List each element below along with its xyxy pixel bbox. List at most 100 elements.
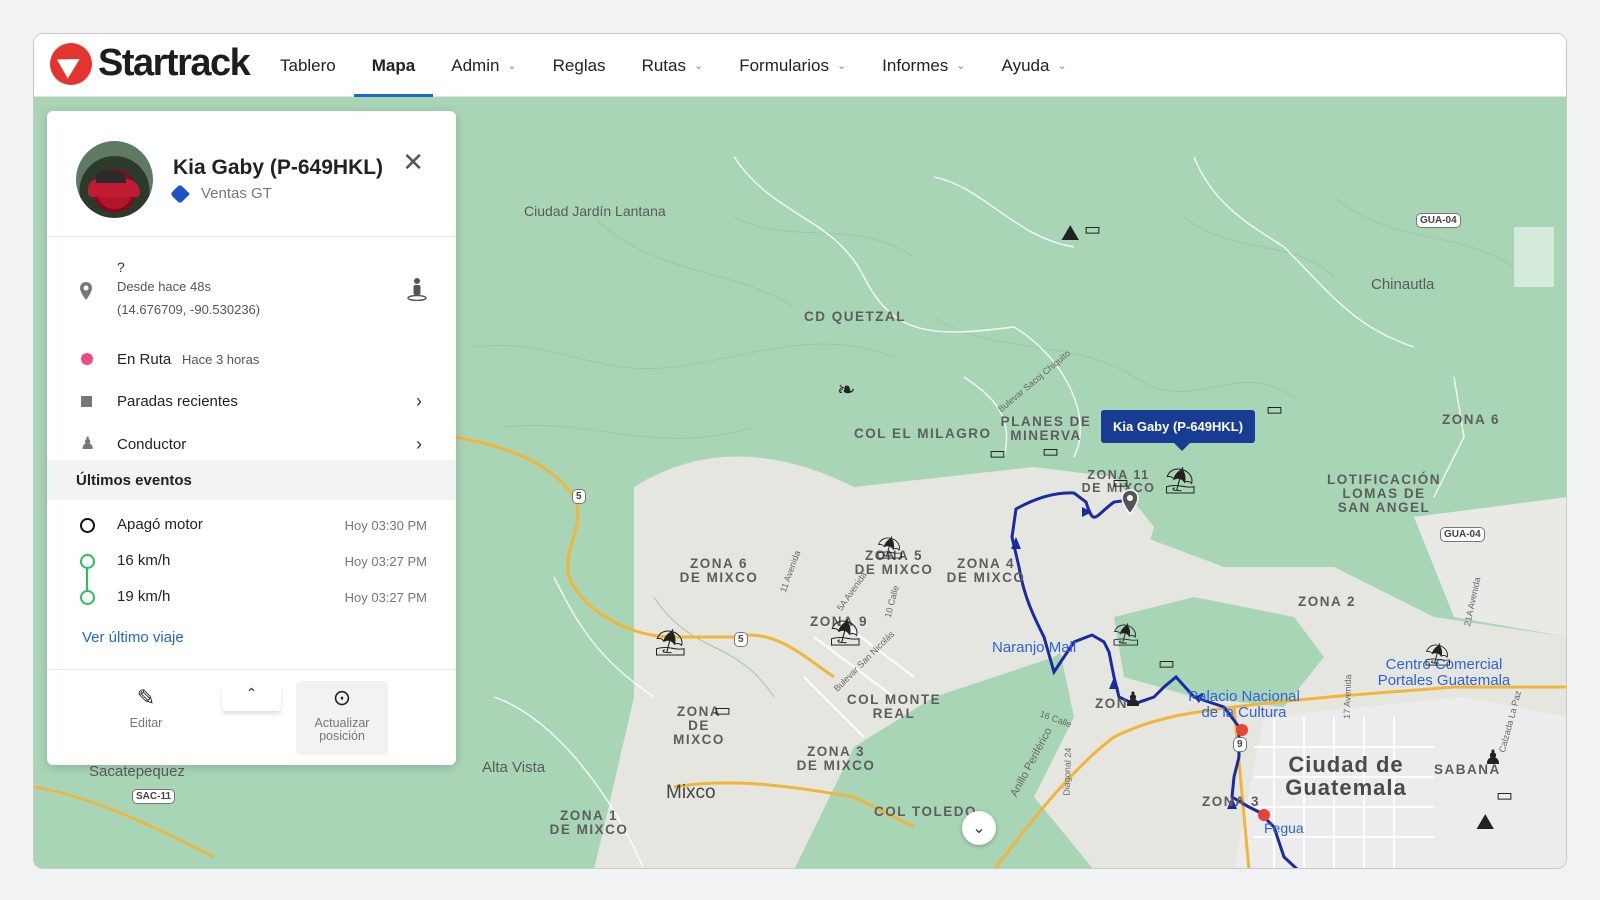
road-shield-5: 5: [572, 489, 586, 504]
vehicle-marker-tow-icon[interactable]: ⛰: [1476, 809, 1494, 835]
event-time: Hoy 03:30 PM: [344, 518, 427, 533]
vehicle-marker-selected-car-icon[interactable]: ⛱: [1164, 465, 1197, 496]
vehicle-marker-van-icon[interactable]: ▭: [1084, 219, 1101, 240]
event-time: Hoy 03:27 PM: [344, 554, 427, 569]
nav-ayuda[interactable]: Ayuda ⌄: [984, 34, 1085, 97]
last-trip-link[interactable]: Ver último viaje: [82, 629, 184, 646]
vehicle-group-label: Ventas GT: [201, 185, 272, 202]
vehicle-marker-car-icon[interactable]: ⛱: [1112, 622, 1140, 648]
driver-icon: ♟: [80, 434, 96, 453]
chevron-down-icon: ⌄: [507, 60, 517, 72]
event-label: 16 km/h: [117, 552, 171, 569]
event-ring-icon: [80, 590, 95, 605]
map-label-fegua[interactable]: Fegua: [1264, 821, 1304, 836]
brand-logo[interactable]: Startrack: [50, 42, 251, 85]
map-label-zona4-mixco: ZONA 4 DE MIXCO: [946, 556, 1026, 586]
vehicle-marker-motorcycle-icon[interactable]: ❧: [837, 377, 855, 403]
map-label-ciudad-jardin: Ciudad Jardín Lantana: [524, 203, 666, 219]
map-label-col-monte-real: COL MONTE REAL: [846, 692, 942, 722]
map-label-zona1-mixco: ZONA 1 DE MIXCO: [549, 808, 629, 838]
road-shield-5: 5: [734, 632, 748, 647]
events-section-title: Últimos eventos: [47, 460, 456, 500]
map-label-cd-quetzal: CD QUETZAL: [804, 309, 906, 324]
app-window: Startrack Tablero Mapa Admin ⌄ Reglas Rut…: [33, 33, 1567, 869]
vehicle-marker-van-icon[interactable]: ▭: [989, 443, 1006, 464]
location-pin-icon[interactable]: [1121, 489, 1139, 515]
driver-row[interactable]: ♟ Conductor ›: [47, 424, 456, 464]
map-label-zona6-mixco: ZONA 6 DE MIXCO: [679, 556, 759, 586]
map-label-mixco: Mixco: [666, 782, 716, 803]
vehicle-marker-car-icon[interactable]: ⛱: [1424, 642, 1452, 668]
road-shield-9: 9: [1233, 737, 1247, 752]
vehicle-marker-car-icon[interactable]: ⛱: [876, 535, 904, 561]
edit-label: Editar: [129, 716, 163, 730]
nav-label: Formularios: [739, 55, 829, 75]
status-since: Hace 3 horas: [182, 351, 260, 367]
expand-map-button[interactable]: ⌄: [962, 811, 996, 845]
update-position-label: Actualizar posición: [314, 716, 370, 743]
edit-button[interactable]: ✎ Editar: [100, 681, 192, 755]
map-label-zona3-mixco: ZONA 3 DE MIXCO: [796, 744, 876, 774]
event-label: 19 km/h: [117, 588, 171, 605]
map-label-zona2: ZONA 2: [1298, 594, 1357, 609]
event-item: 16 km/h Hoy 03:27 PM: [47, 544, 456, 580]
nav-reglas[interactable]: Reglas: [535, 34, 624, 97]
location-row: ? Desde hace 48s (14.676709, -90.530236): [47, 259, 456, 329]
stop-square-icon: [81, 395, 92, 407]
map-label-17-avenida: 17 Avenida: [1341, 674, 1354, 720]
chevron-down-icon: ⌄: [972, 820, 986, 837]
panel-actions: ✎ Editar ⊙ Actualizar posición: [47, 669, 456, 765]
recent-stops-label: Paradas recientes: [117, 392, 238, 410]
nav-mapa[interactable]: Mapa: [353, 34, 434, 97]
map-label-palacio[interactable]: Palacio Nacional de la Cultura: [1184, 689, 1304, 721]
nav-admin[interactable]: Admin ⌄: [433, 34, 534, 97]
map-label-diagonal24: Diagonal 24: [1061, 747, 1074, 796]
vehicle-marker-van-icon[interactable]: ▭: [1158, 653, 1175, 674]
map-label-chinautla: Chinautla: [1371, 276, 1435, 293]
nav-tablero[interactable]: Tablero: [262, 34, 354, 97]
brand-name: Startrack: [98, 42, 251, 84]
status-row: En Ruta Hace 3 horas: [47, 349, 456, 369]
vehicle-marker-car-icon[interactable]: ⛱: [654, 627, 687, 658]
nav-informes[interactable]: Informes ⌄: [864, 34, 983, 97]
person-marker-icon[interactable]: ♟: [1124, 687, 1142, 712]
panel-header: Kia Gaby (P-649HKL) Ventas GT ✕: [47, 111, 456, 237]
nav-label: Mapa: [371, 55, 416, 75]
event-ring-icon: [80, 554, 95, 569]
map-label-col-toledo: COL TOLEDO: [874, 804, 978, 819]
vehicle-detail-panel: Kia Gaby (P-649HKL) Ventas GT ✕ ? Desde …: [47, 111, 456, 765]
road-shield-gua04: GUA-04: [1440, 527, 1485, 542]
tag-icon: [170, 183, 190, 204]
main-nav: Tablero Mapa Admin ⌄ Reglas Rutas ⌄ Formul…: [262, 34, 1085, 97]
chevron-right-icon: ›: [416, 390, 422, 411]
vehicle-marker-van-icon[interactable]: ▭: [714, 700, 731, 721]
close-icon[interactable]: ✕: [402, 147, 424, 178]
vehicle-tooltip: Kia Gaby (P-649HKL): [1101, 410, 1256, 451]
map-label-col-el-milagro: COL EL MILAGRO: [854, 426, 992, 441]
event-ring-icon: [80, 518, 95, 533]
event-item: Apagó motor Hoy 03:30 PM: [47, 508, 456, 544]
chevron-right-icon: ›: [416, 433, 422, 454]
nav-label: Ayuda: [1001, 55, 1050, 75]
map-label-naranjo-mall[interactable]: Naranjo Mall: [992, 640, 1076, 656]
nav-rutas[interactable]: Rutas ⌄: [624, 34, 722, 97]
vehicle-group: Ventas GT: [170, 183, 272, 204]
map-label-alta-vista: Alta Vista: [482, 759, 546, 776]
nav-label: Admin: [451, 55, 500, 75]
update-position-button[interactable]: ⊙ Actualizar posición: [296, 681, 388, 755]
vehicle-marker-van-icon[interactable]: ▭: [1496, 785, 1513, 806]
collapse-panel-button[interactable]: ⌃: [222, 685, 281, 711]
chevron-up-icon: ⌃: [245, 685, 258, 701]
vehicle-marker-van-icon[interactable]: ▭: [1266, 399, 1283, 420]
vehicle-marker-car-icon[interactable]: ⛱: [829, 617, 862, 648]
street-view-icon[interactable]: [406, 277, 428, 301]
chevron-down-icon: ⌄: [956, 60, 966, 72]
chevron-down-icon: ⌄: [836, 60, 847, 72]
vehicle-name: Kia Gaby (P-649HKL): [173, 156, 384, 179]
recent-stops-row[interactable]: Paradas recientes ›: [47, 381, 456, 421]
person-marker-icon[interactable]: ♟: [1484, 745, 1502, 770]
vehicle-marker-tow-icon[interactable]: ⛰: [1061, 220, 1079, 246]
nav-formularios[interactable]: Formularios ⌄: [721, 34, 864, 97]
vehicle-marker-van-icon[interactable]: ▭: [1042, 441, 1059, 462]
road-shield-sac11: SAC-11: [132, 789, 176, 804]
